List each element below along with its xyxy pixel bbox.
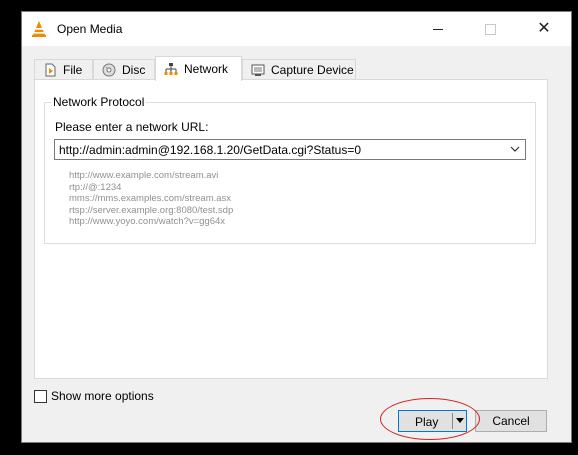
- url-example: rtp://@:1234: [69, 181, 122, 193]
- close-button[interactable]: ✕: [521, 12, 567, 46]
- network-url-input[interactable]: http://admin:admin@192.168.1.20/GetData.…: [59, 143, 361, 157]
- url-example: mms://mms.examples.com/stream.asx: [69, 193, 232, 204]
- window-title: Open Media: [57, 22, 123, 36]
- network-icon: [164, 63, 178, 75]
- url-example: rtsp://server.example.org:8080/test.sdp: [69, 204, 234, 216]
- url-examples: http://www.example.com/stream.avi rtp://…: [69, 170, 233, 228]
- vlc-cone-icon: [32, 21, 46, 37]
- cancel-button[interactable]: Cancel: [475, 410, 547, 432]
- file-icon: [45, 63, 56, 76]
- tab-file[interactable]: File: [34, 59, 93, 79]
- group-title: Network Protocol: [51, 95, 147, 109]
- minimize-button[interactable]: [415, 12, 461, 46]
- tab-network-label: Network: [184, 62, 229, 76]
- tab-disc[interactable]: Disc: [93, 59, 155, 79]
- show-more-options-label: Show more options: [51, 389, 154, 403]
- capture-device-icon: [251, 64, 265, 76]
- split-divider: [452, 413, 453, 429]
- chevron-down-icon[interactable]: [509, 143, 521, 155]
- show-more-options[interactable]: Show more options: [34, 389, 154, 403]
- open-media-dialog: Open Media ✕ File Disc Network Capture D…: [21, 11, 572, 443]
- url-example: http://www.yoyo.com/watch?v=gg64x: [69, 216, 226, 227]
- maximize-button[interactable]: [467, 12, 513, 46]
- disc-icon: [102, 63, 116, 76]
- close-icon: ✕: [537, 20, 551, 37]
- play-button-label: Play: [415, 415, 439, 429]
- tab-capture-device-label: Capture Device: [271, 62, 354, 77]
- url-label: Please enter a network URL:: [55, 120, 209, 134]
- title-bar: Open Media ✕: [22, 12, 571, 46]
- tab-file-label: File: [63, 62, 83, 77]
- show-more-options-checkbox[interactable]: [34, 389, 47, 403]
- cancel-button-label: Cancel: [492, 414, 530, 428]
- dropdown-arrow-icon[interactable]: [456, 418, 464, 423]
- minimize-icon: [433, 28, 443, 30]
- network-url-combobox[interactable]: http://admin:admin@192.168.1.20/GetData.…: [54, 139, 526, 160]
- play-button[interactable]: Play: [398, 410, 467, 432]
- network-protocol-group: Network Protocol Please enter a network …: [44, 95, 536, 244]
- tab-capture-device[interactable]: Capture Device: [242, 59, 356, 79]
- tab-network[interactable]: Network: [155, 56, 242, 81]
- tab-disc-label: Disc: [122, 62, 146, 77]
- maximize-icon: [484, 23, 496, 35]
- network-tab-panel: Network Protocol Please enter a network …: [34, 79, 548, 379]
- url-example: http://www.example.com/stream.avi: [69, 170, 219, 181]
